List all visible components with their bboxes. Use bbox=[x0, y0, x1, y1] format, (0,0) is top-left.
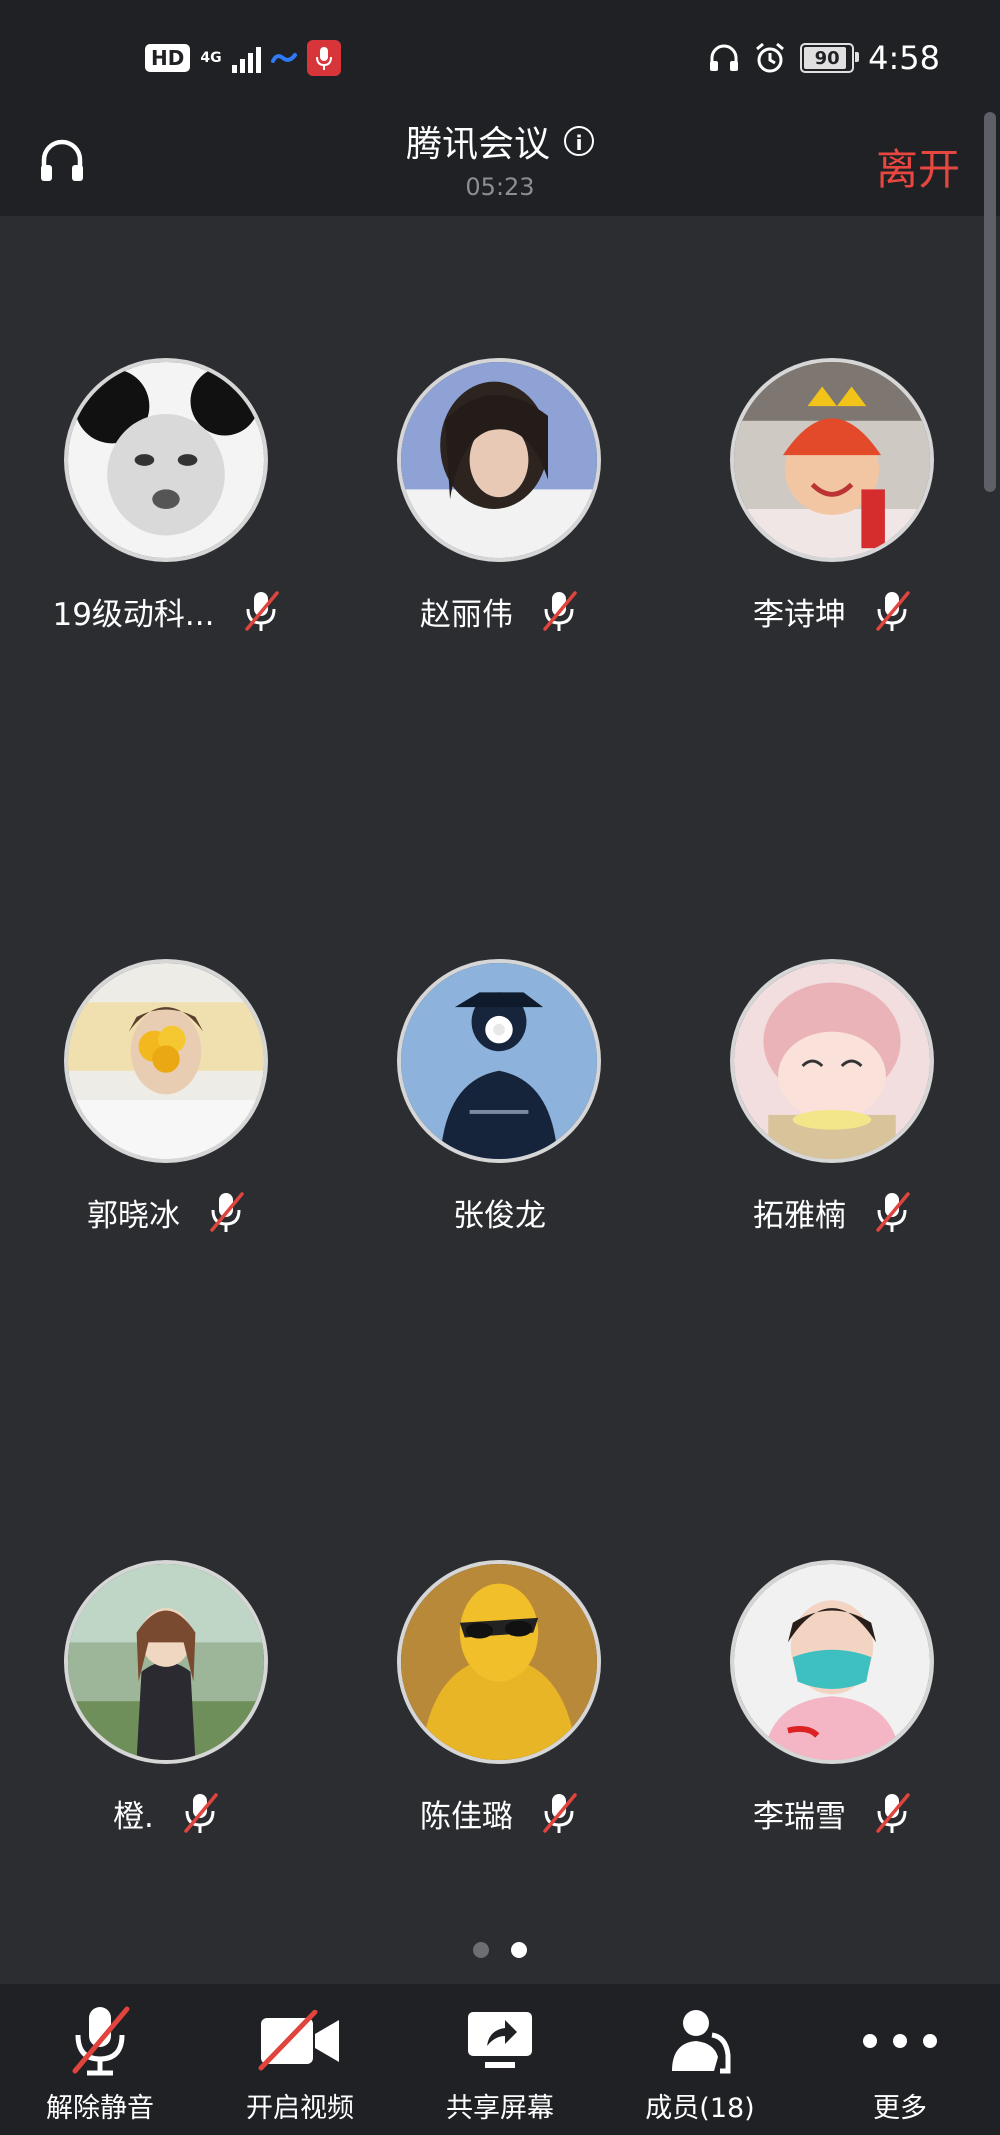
info-icon[interactable]: i bbox=[564, 126, 594, 156]
participant-tile[interactable]: 赵丽伟 bbox=[333, 216, 666, 816]
participant-name: 陈佳璐 bbox=[420, 1798, 513, 1835]
mic-muted-icon bbox=[184, 1793, 218, 1833]
title-block: 腾讯会议 i 05:23 bbox=[0, 110, 1000, 201]
participant-name: 李瑞雪 bbox=[753, 1798, 846, 1835]
avatar bbox=[64, 1560, 268, 1764]
participant-tile[interactable]: 张俊龙 bbox=[333, 817, 666, 1417]
participant-name: 张俊龙 bbox=[453, 1197, 546, 1234]
avatar bbox=[397, 1560, 601, 1764]
members-button[interactable]: 成员(18) bbox=[600, 1984, 800, 2135]
clock: 4:58 bbox=[868, 39, 940, 77]
more-label: 更多 bbox=[873, 2093, 927, 2124]
headset-icon bbox=[710, 44, 739, 71]
mic-muted-icon bbox=[876, 591, 910, 631]
participant-tile[interactable]: 陈佳璐 bbox=[333, 1418, 666, 2018]
mic-muted-icon bbox=[876, 1793, 910, 1833]
participant-name: 赵丽伟 bbox=[420, 596, 513, 633]
status-left: HD 4G bbox=[145, 38, 341, 78]
video-label: 开启视频 bbox=[246, 2093, 354, 2124]
avatar bbox=[64, 959, 268, 1163]
signal-icon bbox=[231, 43, 261, 73]
mic-muted-icon bbox=[876, 1192, 910, 1232]
status-bar: HD 4G 90 4:58 bbox=[0, 0, 1000, 110]
bottom-toolbar: 解除静音 开启视频 共享屏幕 成员(18) 更多 bbox=[0, 1984, 1000, 2135]
meeting-header: 腾讯会议 i 05:23 离开 bbox=[0, 110, 1000, 216]
unmute-button[interactable]: 解除静音 bbox=[0, 1984, 200, 2135]
avatar bbox=[730, 959, 934, 1163]
recording-mic-icon bbox=[306, 40, 341, 76]
video-button[interactable]: 开启视频 bbox=[200, 1984, 400, 2135]
share-screen-button[interactable]: 共享屏幕 bbox=[400, 1984, 600, 2135]
leave-button[interactable]: 离开 bbox=[876, 136, 960, 197]
avatar bbox=[730, 358, 934, 562]
hd-badge: HD bbox=[145, 44, 191, 72]
network-type: 4G bbox=[200, 50, 222, 66]
mic-muted-icon bbox=[72, 2006, 130, 2076]
battery-icon: 90 bbox=[800, 43, 860, 73]
video-off-icon bbox=[258, 2010, 339, 2071]
participant-name: 橙. bbox=[113, 1798, 154, 1835]
avatar bbox=[730, 1560, 934, 1764]
unmute-label: 解除静音 bbox=[46, 2093, 154, 2124]
participant-tile[interactable]: 李诗坤 bbox=[666, 216, 999, 816]
page-indicator[interactable] bbox=[0, 1942, 1000, 1958]
status-right: 90 4:58 bbox=[708, 38, 940, 78]
participant-name: 拓雅楠 bbox=[753, 1197, 846, 1234]
page-dot-active[interactable] bbox=[511, 1942, 527, 1958]
sync-icon bbox=[270, 53, 297, 63]
meeting-timer: 05:23 bbox=[465, 173, 535, 201]
share-screen-icon bbox=[468, 2012, 532, 2068]
members-icon bbox=[672, 2010, 731, 2074]
page-dot[interactable] bbox=[473, 1942, 489, 1958]
more-button[interactable]: 更多 bbox=[800, 1984, 1000, 2135]
more-dots-icon bbox=[863, 2034, 937, 2048]
alarm-icon bbox=[756, 42, 785, 73]
participant-tile[interactable]: 19级动科... bbox=[0, 216, 333, 816]
mic-muted-icon bbox=[210, 1192, 244, 1232]
participant-tile[interactable]: 李瑞雪 bbox=[666, 1418, 999, 2018]
share-label: 共享屏幕 bbox=[446, 2093, 554, 2124]
avatar bbox=[397, 358, 601, 562]
participant-tile[interactable]: 橙. bbox=[0, 1418, 333, 2018]
battery-level: 90 bbox=[814, 47, 840, 69]
avatar bbox=[64, 358, 268, 562]
members-label: 成员(18) bbox=[645, 2093, 755, 2124]
mic-muted-icon bbox=[543, 1793, 577, 1833]
meeting-title[interactable]: 腾讯会议 bbox=[406, 115, 550, 167]
mic-muted-icon bbox=[244, 591, 279, 631]
participant-name: 郭晓冰 bbox=[87, 1197, 180, 1234]
participant-tile[interactable]: 拓雅楠 bbox=[666, 817, 999, 1417]
participant-tile[interactable]: 郭晓冰 bbox=[0, 817, 333, 1417]
participant-name: 李诗坤 bbox=[753, 596, 846, 633]
mic-muted-icon bbox=[543, 591, 577, 631]
participant-name: 19级动科... bbox=[52, 596, 215, 633]
avatar bbox=[397, 959, 601, 1163]
